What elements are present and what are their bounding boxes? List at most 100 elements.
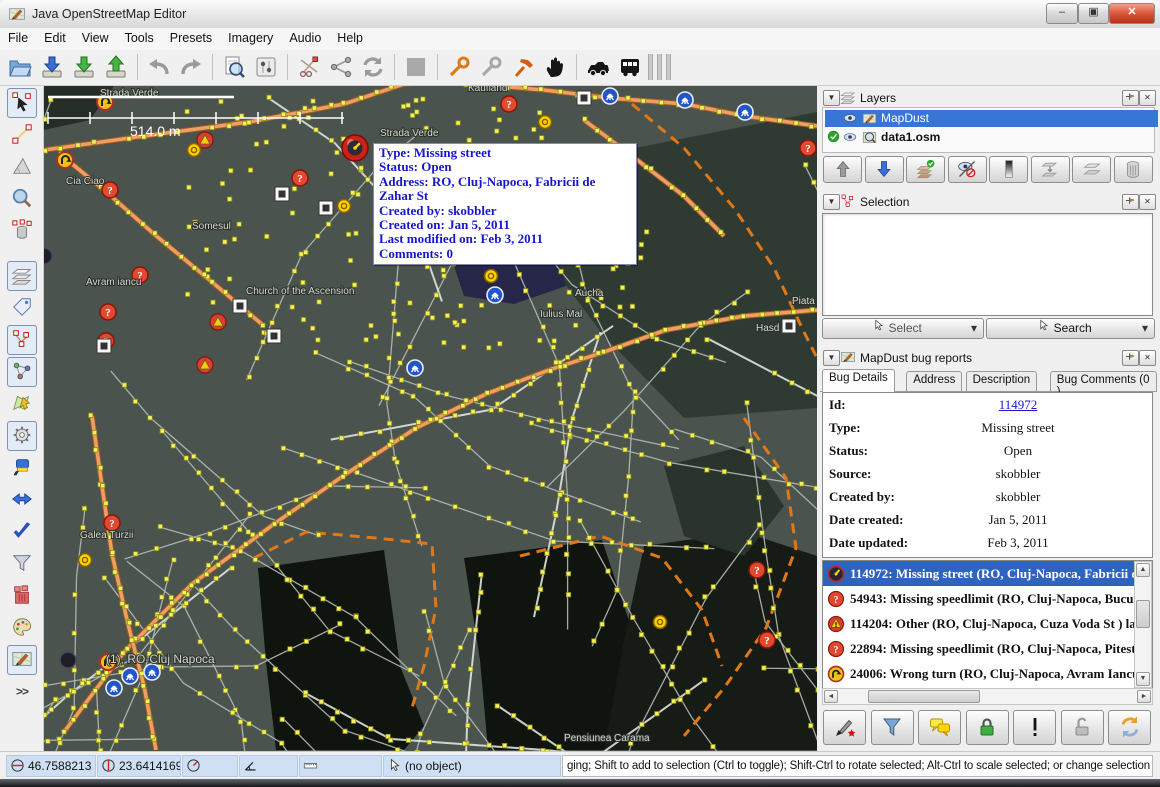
open-button[interactable] bbox=[5, 52, 35, 82]
vscroll-down-arrow[interactable]: ▼ bbox=[1136, 672, 1150, 686]
layer-delete-button[interactable] bbox=[1114, 156, 1153, 183]
close-button[interactable]: ✕ bbox=[1109, 3, 1155, 24]
map-marker-dot[interactable] bbox=[188, 144, 201, 157]
map-marker-blue[interactable] bbox=[106, 680, 122, 696]
bug-row-114204[interactable]: 114204: Other (RO, Cluj-Napoca, Cuza Vod… bbox=[823, 611, 1139, 636]
layer-duplicate-button[interactable] bbox=[1072, 156, 1111, 183]
selection-panel-collapse-button[interactable]: ▼ bbox=[823, 194, 840, 210]
layers-toggle[interactable] bbox=[7, 261, 37, 291]
map-marker-q[interactable]: ? bbox=[102, 182, 118, 198]
map-marker-dot[interactable] bbox=[539, 116, 552, 129]
layer-activate-button[interactable] bbox=[906, 156, 945, 183]
tool-hammer-button[interactable] bbox=[508, 52, 538, 82]
tags-toggle[interactable] bbox=[7, 293, 37, 323]
map-marker-turn[interactable] bbox=[57, 152, 73, 168]
combine-way-button[interactable] bbox=[326, 52, 356, 82]
layer-row-MapDust[interactable]: MapDust bbox=[825, 110, 1158, 127]
split-way-button[interactable] bbox=[294, 52, 324, 82]
bug-row-54943[interactable]: ?54943: Missing speedlimit (RO, Cluj-Nap… bbox=[823, 586, 1139, 611]
tab-description[interactable]: Description bbox=[966, 371, 1038, 391]
detail-value[interactable]: 114972 bbox=[918, 397, 1118, 413]
map-marker-q[interactable]: ? bbox=[104, 515, 120, 531]
paint-toggle[interactable] bbox=[7, 453, 37, 483]
purge-button[interactable] bbox=[7, 581, 37, 611]
map-marker-dot[interactable] bbox=[654, 616, 667, 629]
layers-panel-stick-button[interactable] bbox=[1122, 90, 1139, 106]
pan-button[interactable] bbox=[540, 52, 570, 82]
conflict-toggle[interactable] bbox=[7, 485, 37, 515]
map-marker-dark[interactable] bbox=[60, 652, 76, 668]
selection-toggle[interactable] bbox=[7, 325, 37, 355]
map-marker-dot[interactable] bbox=[79, 554, 92, 567]
menu-item-presets[interactable]: Presets bbox=[162, 28, 220, 50]
map-canvas[interactable]: ??????????Strada VerdeStrada VerdeKaufla… bbox=[44, 86, 817, 751]
styles-toggle[interactable] bbox=[7, 613, 37, 643]
map-marker-q[interactable]: ? bbox=[800, 140, 816, 156]
bug-row-24006[interactable]: 24006: Wrong turn (RO, Cluj-Napoca, Avra… bbox=[823, 661, 1139, 686]
map-marker-poi[interactable] bbox=[577, 91, 591, 105]
title-bar[interactable]: Java OpenStreetMap Editor – ▣ ✕ bbox=[0, 0, 1160, 29]
layers-panel-collapse-button[interactable]: ▼ bbox=[823, 90, 840, 106]
reopen-bug-button[interactable] bbox=[1061, 710, 1104, 745]
preset-car-button[interactable] bbox=[583, 52, 613, 82]
bug-row-22894[interactable]: ?22894: Missing speedlimit (RO, Cluj-Nap… bbox=[823, 636, 1139, 661]
map-marker-q[interactable]: ? bbox=[759, 632, 775, 648]
invalidate-bug-button[interactable] bbox=[1013, 710, 1056, 745]
map-marker-poi[interactable] bbox=[782, 319, 796, 333]
layers-panel-close-button[interactable]: ✕ bbox=[1139, 90, 1156, 106]
mapdust-toggle[interactable] bbox=[7, 645, 37, 675]
menu-item-edit[interactable]: Edit bbox=[36, 28, 74, 50]
close-bug-button[interactable] bbox=[966, 710, 1009, 745]
tool-wrench-disabled-button[interactable] bbox=[476, 52, 506, 82]
tab-address[interactable]: Address bbox=[906, 371, 962, 391]
map-marker-poi[interactable] bbox=[233, 299, 247, 313]
map-marker-blue[interactable] bbox=[677, 92, 693, 108]
upload-button[interactable] bbox=[101, 52, 131, 82]
download-button[interactable] bbox=[69, 52, 99, 82]
update-data-button[interactable] bbox=[358, 52, 388, 82]
bug-list-hscroll[interactable]: ◄► bbox=[822, 688, 1153, 705]
bug-row-114972[interactable]: 114972: Missing street (RO, Cluj-Napoca,… bbox=[823, 561, 1139, 586]
menu-item-audio[interactable]: Audio bbox=[281, 28, 329, 50]
menu-item-help[interactable]: Help bbox=[329, 28, 371, 50]
tool-wrench-button[interactable] bbox=[444, 52, 474, 82]
layer-opacity-button[interactable] bbox=[989, 156, 1028, 183]
map-marker-blue[interactable] bbox=[602, 88, 618, 104]
vscroll-thumb[interactable] bbox=[1136, 600, 1150, 628]
menu-item-view[interactable]: View bbox=[74, 28, 117, 50]
map-marker-poi[interactable] bbox=[275, 187, 289, 201]
preferences-button[interactable] bbox=[251, 52, 281, 82]
properties-toggle[interactable] bbox=[7, 421, 37, 451]
download-primitive-button[interactable] bbox=[37, 52, 67, 82]
tab-bug-details[interactable]: Bug Details bbox=[822, 369, 895, 392]
map-marker-blue[interactable] bbox=[407, 360, 423, 376]
placeholder-button[interactable] bbox=[401, 52, 431, 82]
map-marker-q[interactable]: ? bbox=[501, 96, 517, 112]
overflow-button[interactable]: >> bbox=[7, 677, 37, 707]
refresh-bug-button[interactable] bbox=[1108, 710, 1151, 745]
search-button[interactable] bbox=[219, 52, 249, 82]
hscroll-right-arrow[interactable]: ► bbox=[1137, 690, 1151, 703]
select-tool[interactable] bbox=[7, 88, 37, 118]
mapdust-panel-collapse-button[interactable]: ▼ bbox=[823, 350, 840, 366]
map-marker-poi[interactable] bbox=[267, 329, 281, 343]
menu-item-imagery[interactable]: Imagery bbox=[220, 28, 281, 50]
layer-row-data1.osm[interactable]: data1.osm bbox=[825, 129, 1158, 146]
validator-toggle[interactable] bbox=[7, 517, 37, 547]
filter-bug-button[interactable] bbox=[871, 710, 914, 745]
map-marker-blue[interactable] bbox=[487, 287, 503, 303]
angle-tool[interactable] bbox=[7, 152, 37, 182]
menu-item-tools[interactable]: Tools bbox=[117, 28, 162, 50]
bug-list-vscroll[interactable]: ▲▼ bbox=[1134, 561, 1152, 688]
vscroll-up-arrow[interactable]: ▲ bbox=[1136, 563, 1150, 577]
map-marker-blue[interactable] bbox=[737, 104, 753, 120]
layer-merge-button[interactable] bbox=[1031, 156, 1070, 183]
layer-up-button[interactable] bbox=[823, 156, 862, 183]
tab-bug-comments-0[interactable]: Bug Comments (0 ) bbox=[1050, 371, 1157, 391]
map-marker-sel[interactable] bbox=[342, 135, 368, 161]
comment-bug-button[interactable] bbox=[918, 710, 961, 745]
layer-visibility-button[interactable] bbox=[948, 156, 987, 183]
hscroll-thumb[interactable] bbox=[868, 690, 980, 703]
search-button[interactable]: Search▾ bbox=[986, 318, 1155, 339]
mapdust-panel-stick-button[interactable] bbox=[1122, 350, 1139, 366]
